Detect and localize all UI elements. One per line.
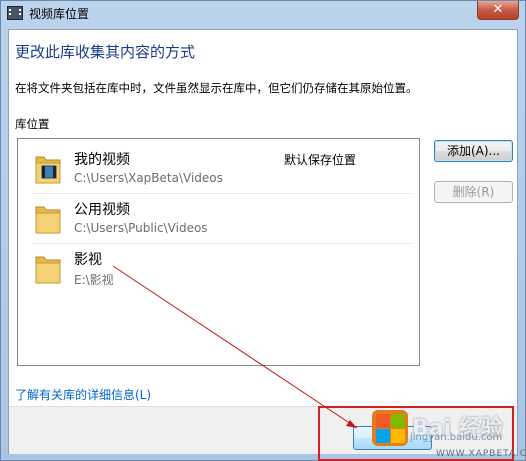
learn-more-link[interactable]: 了解有关库的详细信息(L) bbox=[15, 386, 151, 403]
location-name: 公用视频 bbox=[74, 202, 130, 218]
list-item[interactable]: 公用视频 C:\Users\Public\Videos bbox=[30, 195, 410, 243]
location-path: C:\Users\Public\Videos bbox=[74, 221, 208, 235]
divider bbox=[32, 193, 412, 194]
windows-logo-icon bbox=[372, 410, 408, 446]
location-path: C:\Users\XapBeta\Videos bbox=[74, 171, 223, 185]
library-locations-list[interactable]: 我的视频 C:\Users\XapBeta\Videos 默认保存位置 公用视频… bbox=[17, 138, 420, 366]
location-path: E:\影视 bbox=[74, 273, 114, 287]
location-name: 影视 bbox=[74, 252, 102, 268]
remove-button[interactable]: 删除(R) bbox=[434, 181, 513, 203]
default-save-badge: 默认保存位置 bbox=[284, 153, 357, 167]
watermark-url: jingyan.baidu.com bbox=[410, 432, 503, 443]
watermark-site: WWW.XAPBETA.COM bbox=[436, 449, 526, 459]
close-button[interactable]: ✕ bbox=[477, 1, 519, 20]
list-item[interactable]: 我的视频 C:\Users\XapBeta\Videos 默认保存位置 bbox=[30, 145, 410, 193]
add-button[interactable]: 添加(A)... bbox=[434, 140, 513, 162]
folder-icon bbox=[35, 206, 61, 234]
location-name: 我的视频 bbox=[74, 152, 130, 168]
dialog-content: 更改此库收集其内容的方式 在将文件夹包括在库中时，文件虽然显示在库中，但它们仍存… bbox=[8, 29, 518, 454]
dialog-description: 在将文件夹包括在库中时，文件虽然显示在库中，但它们仍存储在其原始位置。 bbox=[15, 81, 418, 95]
list-item[interactable]: 影视 E:\影视 bbox=[30, 245, 410, 293]
window-title: 视频库位置 bbox=[29, 7, 90, 21]
video-folder-icon bbox=[35, 156, 61, 184]
folder-icon bbox=[35, 256, 61, 284]
dialog-window: 视频库位置 ✕ 更改此库收集其内容的方式 在将文件夹包括在库中时，文件虽然显示在… bbox=[0, 0, 526, 461]
title-bar[interactable]: 视频库位置 ✕ bbox=[1, 1, 525, 27]
divider bbox=[32, 243, 412, 244]
locations-label: 库位置 bbox=[15, 117, 50, 131]
film-strip-icon bbox=[7, 6, 23, 20]
dialog-heading: 更改此库收集其内容的方式 bbox=[15, 43, 196, 61]
